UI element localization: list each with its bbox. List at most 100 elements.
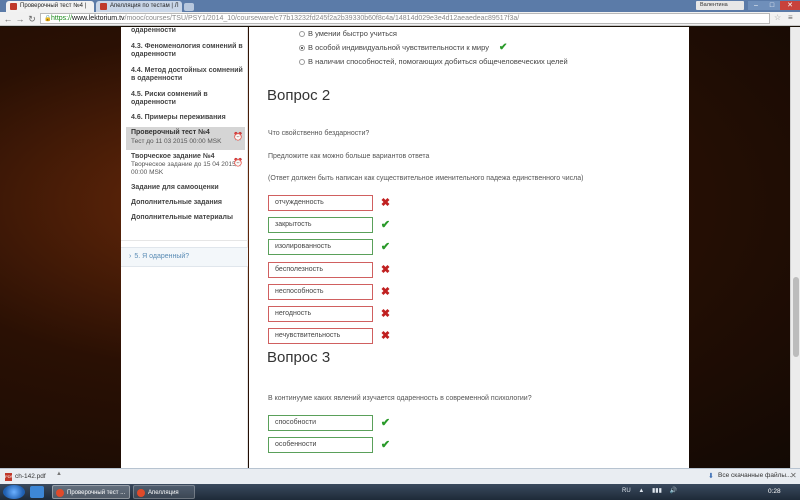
volume-icon[interactable]: 🔊	[670, 488, 677, 494]
new-tab-button[interactable]	[184, 3, 194, 11]
start-button[interactable]	[3, 485, 25, 499]
sidebar-item-due: Тест до 11 03 2015 00:00 MSK	[131, 138, 222, 145]
bookmark-star-icon[interactable]: ☆	[774, 13, 781, 22]
system-tray: RU ▲ ▮▮▮ 🔊	[622, 487, 677, 494]
sidebar-item-self-assessment[interactable]: Задание для самооценки	[131, 184, 243, 192]
tab-inactive[interactable]: Апелляция по тестам | Л	[96, 1, 182, 12]
answer-input[interactable]: отчужденность	[268, 195, 373, 211]
question3-text: В континууме каких явлений изучается ода…	[268, 395, 532, 402]
taskbar-app-second[interactable]: Апелляция	[133, 485, 195, 499]
windows-taskbar: Проверочный тест ... Апелляция RU ▲ ▮▮▮ …	[0, 484, 800, 500]
sidebar-item-4-6[interactable]: 4.6. Примеры переживания	[131, 114, 243, 122]
radio-button[interactable]	[299, 59, 305, 65]
course-sidebar: одаренности 4.3. Феноменология сомнений …	[121, 27, 248, 468]
language-indicator[interactable]: RU	[622, 488, 631, 494]
scrollbar-thumb[interactable]	[793, 277, 799, 357]
question1-option-3[interactable]: В наличии способностей, помогающих добит…	[299, 57, 568, 66]
sidebar-item-test-4[interactable]: Проверочный тест №4 Тест до 11 03 2015 0…	[126, 127, 245, 150]
tab-label: Проверочный тест №4 |	[20, 3, 87, 9]
internet-explorer-icon[interactable]	[30, 486, 44, 498]
taskbar-app-label: Апелляция	[148, 490, 179, 496]
sidebar-item-4-3[interactable]: 4.3. Феноменология сомнений в одаренност…	[131, 43, 243, 59]
reload-icon[interactable]: ↻	[26, 13, 38, 25]
sidebar-item-creative-4[interactable]: Творческое задание №4 Творческое задание…	[131, 153, 243, 177]
answer-input[interactable]: способности	[268, 415, 373, 431]
question1-option-2[interactable]: В особой индивидуальной чувствительности…	[299, 42, 507, 53]
address-bar[interactable]: 🔒 https://www.lektorium.tv/mooc/courses/…	[40, 13, 770, 24]
taskbar-clock[interactable]: 0:28	[768, 488, 781, 495]
answer-input[interactable]: особенности	[268, 437, 373, 453]
cross-icon: ✖	[380, 330, 391, 342]
lektorium-favicon-icon	[10, 3, 17, 10]
taskbar-app-chrome[interactable]: Проверочный тест ...	[52, 485, 130, 499]
maximize-button[interactable]: □	[764, 1, 780, 10]
browser-titlebar: Проверочный тест №4 | Апелляция по теста…	[0, 0, 800, 12]
download-arrow-icon: ⬇	[708, 473, 714, 480]
sidebar-item-extra-tasks[interactable]: Дополнительные задания	[131, 199, 243, 207]
module-label: 5. Я одаренный?	[134, 253, 190, 260]
back-arrow-icon[interactable]: ←	[2, 13, 14, 25]
radio-button[interactable]	[299, 31, 305, 37]
alarm-clock-icon: ⏰	[233, 158, 243, 167]
tray-arrow-icon[interactable]: ▲	[638, 488, 644, 494]
chrome-icon	[137, 489, 145, 497]
sidebar-item-giftedness[interactable]: одаренности	[131, 27, 243, 35]
url-scheme: https://	[51, 15, 73, 22]
alarm-clock-icon: ⏰	[233, 132, 243, 141]
sidebar-item-title: Творческое задание №4	[131, 153, 215, 160]
answer-input[interactable]: неспособность	[268, 284, 373, 300]
page-scrollbar[interactable]	[790, 27, 800, 468]
cross-icon: ✖	[380, 308, 391, 320]
sidebar-item-title: Проверочный тест №4	[131, 129, 210, 136]
checkmark-icon: ✔	[380, 241, 391, 253]
checkmark-icon: ✔	[499, 42, 508, 53]
close-icon[interactable]: ✕	[790, 471, 797, 480]
show-all-label: Все скачанные файлы...	[718, 472, 792, 479]
checkmark-icon: ✔	[380, 417, 391, 429]
chrome-icon	[56, 489, 64, 497]
close-window-button[interactable]: ✕	[780, 1, 800, 10]
question2-hint: Предложите как можно больше вариантов от…	[268, 153, 430, 160]
cross-icon: ✖	[380, 197, 391, 209]
answer-input[interactable]: негодность	[268, 306, 373, 322]
show-all-downloads-link[interactable]: ⬇ Все скачанные файлы...	[708, 472, 792, 480]
answer-input[interactable]: бесполезность	[268, 262, 373, 278]
tab-label: Апелляция по тестам | Л	[110, 3, 179, 9]
profile-badge[interactable]: Валентина	[696, 1, 744, 10]
sidebar-item-4-5[interactable]: 4.5. Риски сомнений в одаренности	[131, 91, 243, 107]
question3-title: Вопрос 3	[267, 349, 331, 366]
downloads-bar: PDF ch-142.pdf ▲ ⬇ Все скачанные файлы..…	[0, 468, 800, 484]
cross-icon: ✖	[380, 286, 391, 298]
checkmark-icon: ✔	[380, 439, 391, 451]
courseware-content: В умении быстро учиться В особой индивид…	[249, 27, 689, 468]
browser-toolbar: ← → ↻ 🔒 https://www.lektorium.tv/mooc/co…	[0, 12, 800, 26]
forward-arrow-icon[interactable]: →	[14, 13, 26, 25]
taskbar-app-label: Проверочный тест ...	[67, 490, 126, 496]
pdf-file-icon: PDF	[5, 473, 13, 481]
question2-note: (Ответ должен быть написан как существит…	[268, 175, 584, 182]
chevron-up-icon[interactable]: ▲	[56, 471, 62, 477]
radio-button-selected[interactable]	[299, 45, 305, 51]
network-icon[interactable]: ▮▮▮	[652, 488, 662, 494]
tab-active[interactable]: Проверочный тест №4 |	[6, 1, 94, 12]
url-path: /mooc/courses/TSU/PSY1/2014_10/coursewar…	[124, 15, 520, 22]
answer-input[interactable]: нечувствительность	[268, 328, 373, 344]
download-item[interactable]: PDF ch-142.pdf	[4, 471, 58, 482]
question1-option-1[interactable]: В умении быстро учиться	[299, 29, 397, 38]
option-label: В особой индивидуальной чувствительности…	[308, 43, 489, 52]
question2-title: Вопрос 2	[267, 87, 331, 104]
chevron-right-icon: ›	[129, 253, 132, 260]
option-label: В умении быстро учиться	[308, 29, 397, 38]
question2-text: Что свойственно бездарности?	[268, 130, 370, 137]
sidebar-module-5[interactable]: › 5. Я одаренный?	[121, 247, 248, 267]
minimize-button[interactable]: –	[748, 1, 764, 10]
sidebar-item-extra-materials[interactable]: Дополнительные материалы	[131, 214, 243, 222]
sidebar-item-4-4[interactable]: 4.4. Метод достойных сомнений в одаренно…	[131, 67, 243, 83]
menu-icon[interactable]: ≡	[788, 13, 793, 22]
lock-icon: 🔒	[44, 16, 52, 22]
download-filename: ch-142.pdf	[15, 473, 46, 480]
lektorium-favicon-icon	[100, 3, 107, 10]
answer-input[interactable]: изолированность	[268, 239, 373, 255]
sidebar-item-due: Творческое задание до 15 04 2015 00:00 M…	[131, 161, 236, 176]
answer-input[interactable]: закрытость	[268, 217, 373, 233]
